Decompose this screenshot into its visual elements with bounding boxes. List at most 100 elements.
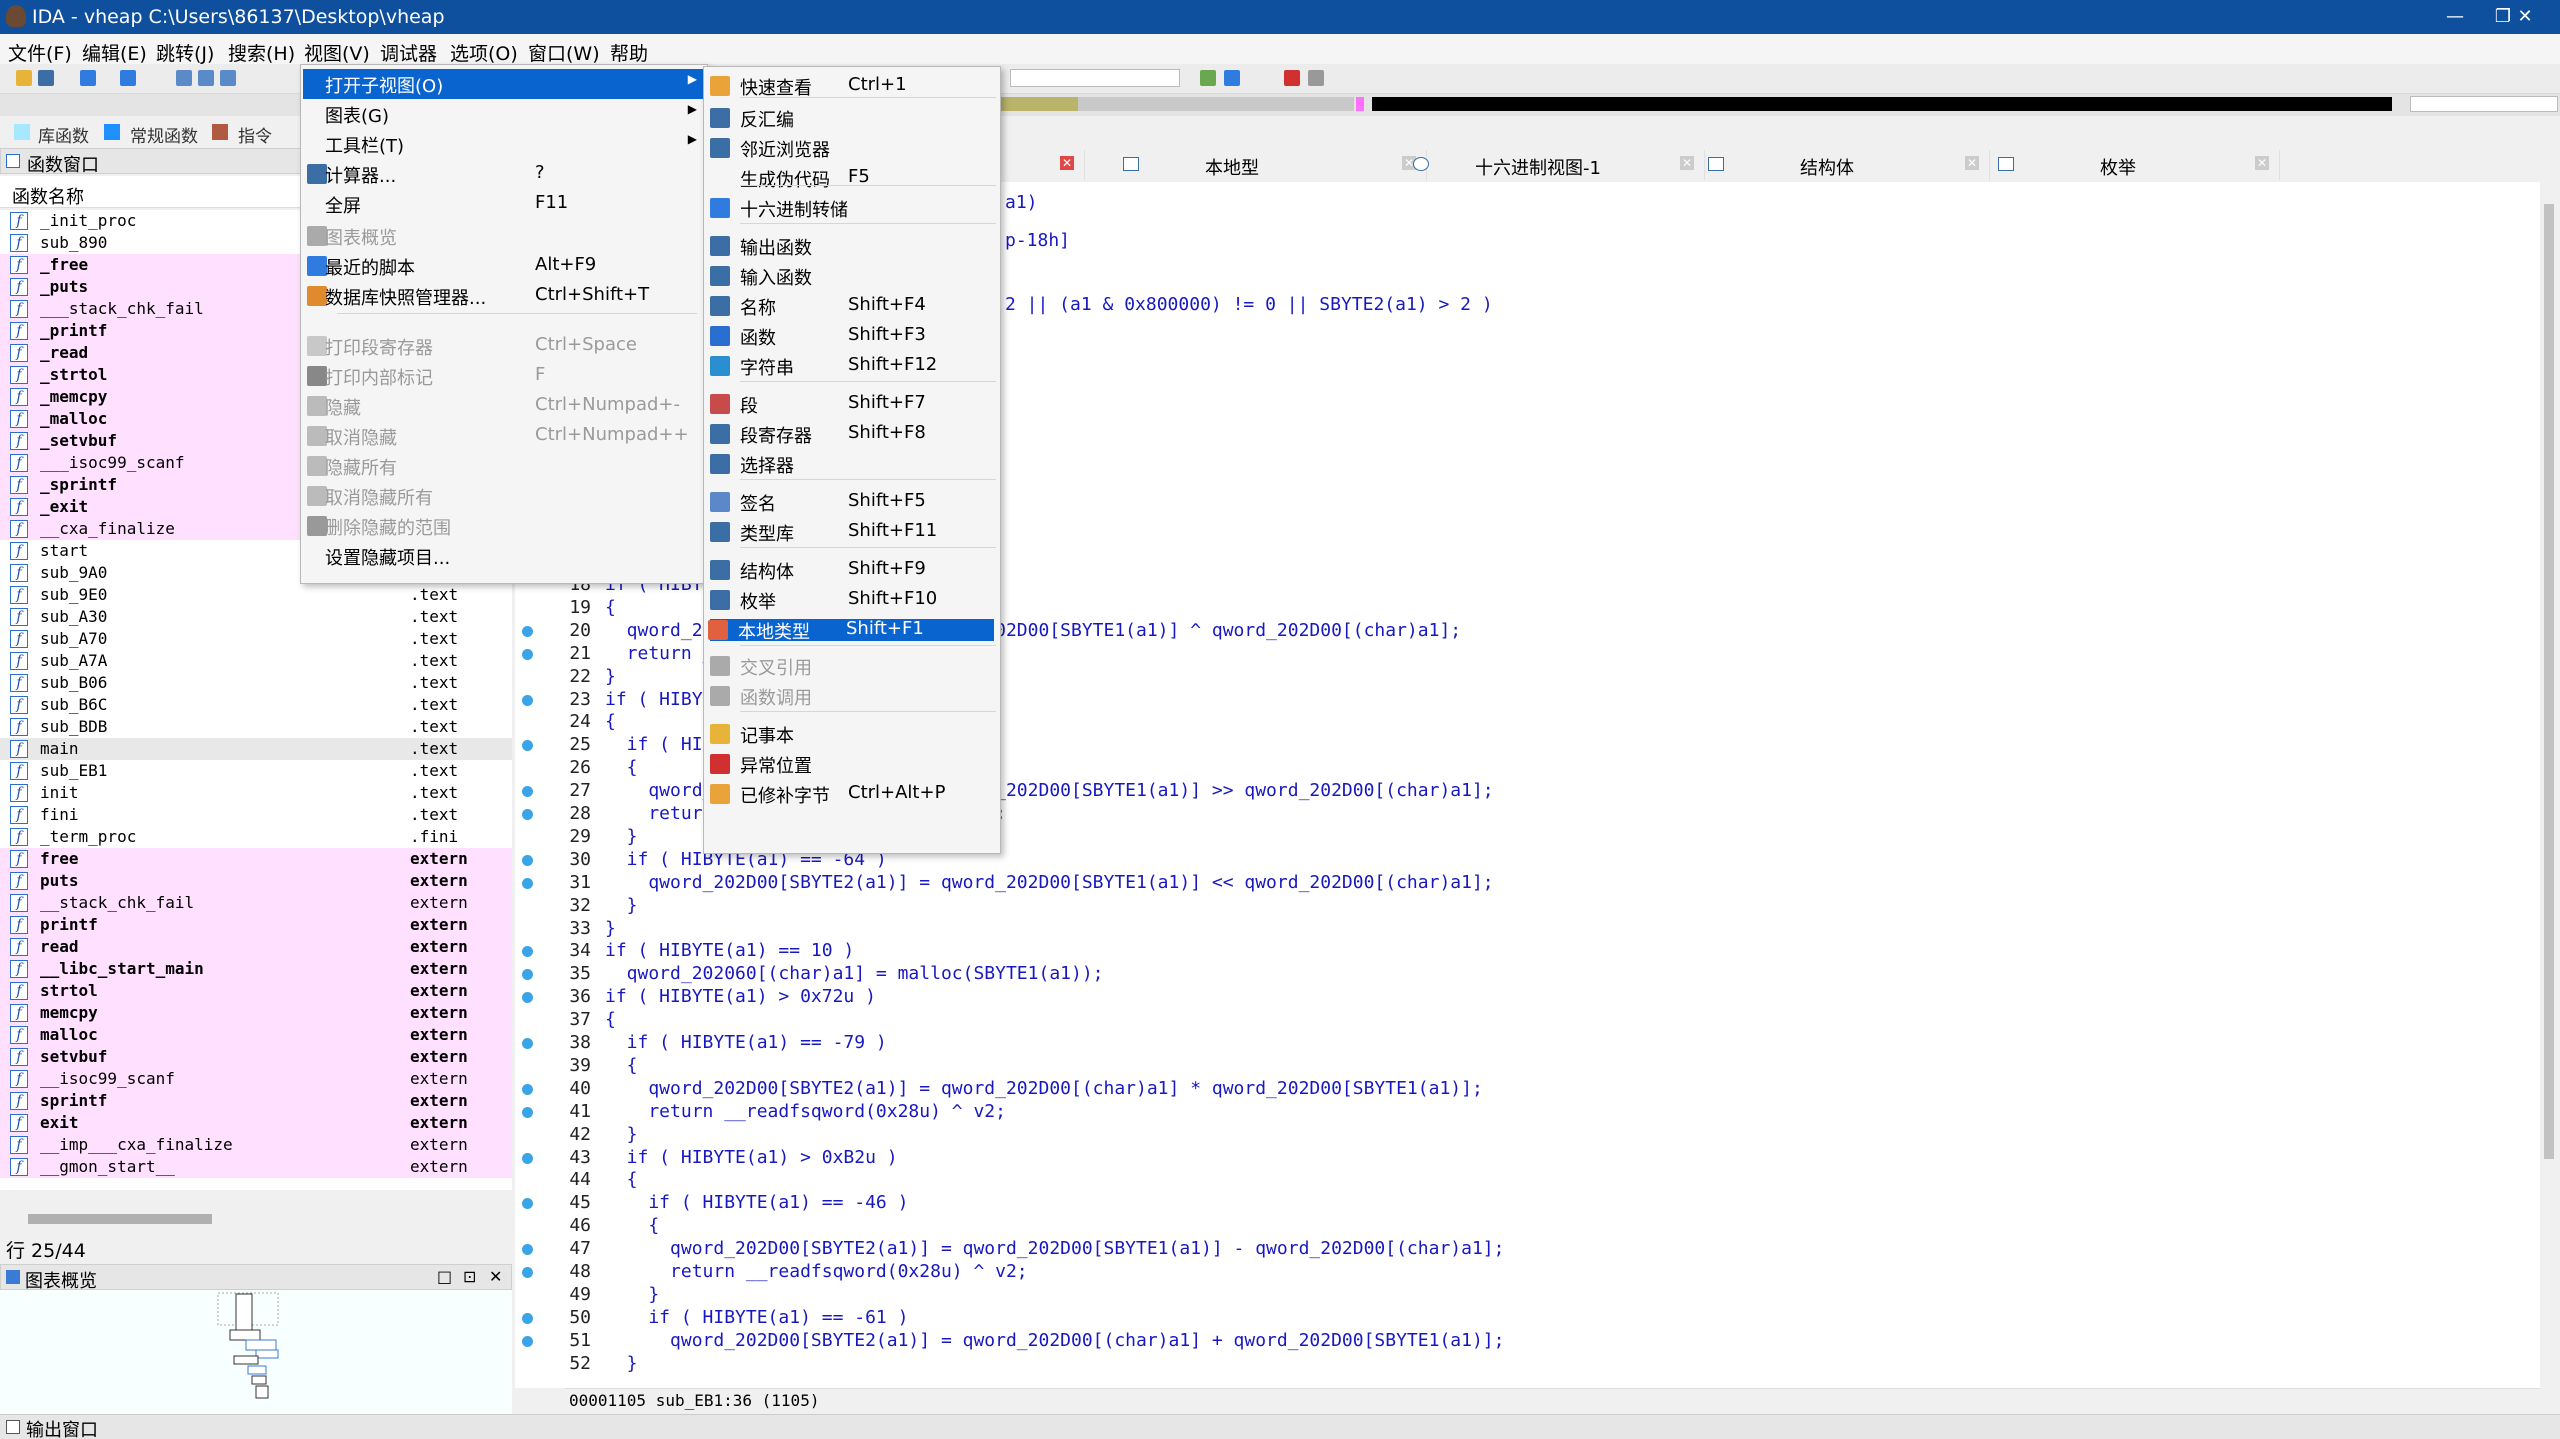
code-line[interactable]: 37 { — [515, 1009, 2540, 1032]
back-icon[interactable] — [80, 70, 96, 86]
breakpoint-dot-icon[interactable] — [522, 969, 533, 980]
code-line[interactable]: 39 { — [515, 1055, 2540, 1078]
view-menu-item[interactable]: 最近的脚本 Alt+F9 — [303, 251, 705, 281]
function-row[interactable]: f memcpy extern — [0, 1002, 512, 1024]
breakpoint-icon[interactable] — [1284, 70, 1300, 86]
code-line[interactable]: 50 if ( HIBYTE(a1) == -61 ) — [515, 1307, 2540, 1330]
function-row[interactable]: f sub_B6C .text — [0, 694, 512, 716]
subview-menu-item[interactable]: 段寄存器 Shift+F8 — [706, 419, 996, 449]
code-line[interactable]: 51 qword_202D00[SBYTE2(a1)] = qword_202D… — [515, 1330, 2540, 1353]
menu-item[interactable]: 调试器 — [380, 39, 437, 66]
function-row[interactable]: f strtol extern — [0, 980, 512, 1002]
graph-overview-pane[interactable] — [0, 1290, 512, 1420]
subview-menu-item[interactable]: 结构体 Shift+F9 — [706, 555, 996, 585]
function-row[interactable]: f __libc_start_main extern — [0, 958, 512, 980]
function-row[interactable]: f setvbuf extern — [0, 1046, 512, 1068]
debug-icon[interactable] — [1200, 70, 1216, 86]
breakpoint-dot-icon[interactable] — [522, 1084, 533, 1095]
tab-close-icon[interactable]: ✕ — [1060, 156, 1074, 170]
subview-menu-item[interactable]: 函数 Shift+F3 — [706, 321, 996, 351]
subview-menu-item[interactable]: 字符串 Shift+F12 — [706, 351, 996, 381]
breakpoint-dot-icon[interactable] — [522, 1244, 533, 1255]
view-menu-item[interactable]: 图表(G) ▶ — [303, 99, 705, 129]
function-row[interactable]: f sub_9E0 .text — [0, 584, 512, 606]
subview-menu-item[interactable]: 选择器 — [706, 449, 996, 479]
subview-menu-item[interactable]: 段 Shift+F7 — [706, 389, 996, 419]
subview-menu-item[interactable]: 枚举 Shift+F10 — [706, 585, 996, 615]
function-row[interactable]: f malloc extern — [0, 1024, 512, 1046]
toolbar-icon[interactable] — [1308, 70, 1324, 86]
close-pane-button[interactable]: ✕ — [489, 1267, 502, 1286]
functions-horizontal-scrollbar[interactable] — [0, 1210, 512, 1230]
subview-menu-item[interactable]: 类型库 Shift+F11 — [706, 517, 996, 547]
menu-item[interactable]: 选项(O) — [450, 39, 518, 66]
output-window-titlebar[interactable]: 输出窗口 — [0, 1414, 2560, 1439]
subview-menu-item[interactable]: 十六进制转储 — [706, 193, 996, 223]
breakpoint-dot-icon[interactable] — [522, 695, 533, 706]
tab-close-icon[interactable]: ✕ — [1680, 156, 1694, 170]
breakpoint-dot-icon[interactable] — [522, 992, 533, 1003]
breakpoint-dot-icon[interactable] — [522, 626, 533, 637]
code-line[interactable]: 41 return __readfsqword(0x28u) ^ v2; — [515, 1101, 2540, 1124]
breakpoint-dot-icon[interactable] — [522, 1198, 533, 1209]
menu-item[interactable]: 编辑(E) — [82, 39, 147, 66]
subview-menu-item[interactable]: 反汇编 — [706, 103, 996, 133]
function-row[interactable]: f sub_EB1 .text — [0, 760, 512, 782]
breakpoint-dot-icon[interactable] — [522, 1107, 533, 1118]
menu-item[interactable]: 视图(V) — [304, 39, 370, 66]
breakpoint-dot-icon[interactable] — [522, 1267, 533, 1278]
view-menu-item[interactable]: 数据库快照管理器... Ctrl+Shift+T — [303, 281, 705, 311]
function-row[interactable]: f __isoc99_scanf extern — [0, 1068, 512, 1090]
breakpoint-dot-icon[interactable] — [522, 740, 533, 751]
code-line[interactable]: 38 if ( HIBYTE(a1) == -79 ) — [515, 1032, 2540, 1055]
breakpoint-dot-icon[interactable] — [522, 946, 533, 957]
subview-menu-item[interactable]: 生成伪代码 F5 — [706, 163, 996, 193]
code-line[interactable]: 33} — [515, 918, 2540, 941]
breakpoint-dot-icon[interactable] — [522, 1313, 533, 1324]
breakpoint-dot-icon[interactable] — [522, 855, 533, 866]
graph-overview-titlebar[interactable]: 图表概览 □ ⊡ ✕ — [0, 1264, 512, 1292]
attach-icon[interactable] — [1224, 70, 1240, 86]
dock-button[interactable]: ⊡ — [463, 1267, 476, 1286]
function-row[interactable]: f sub_BDB .text — [0, 716, 512, 738]
code-line[interactable]: 44 { — [515, 1169, 2540, 1192]
view-menu-item[interactable]: 全屏 F11 — [303, 189, 705, 219]
view-menu-item[interactable]: 计算器...? — [303, 159, 705, 189]
function-row[interactable]: f free extern — [0, 848, 512, 870]
function-row[interactable]: f printf extern — [0, 914, 512, 936]
code-line[interactable]: 52 } — [515, 1353, 2540, 1376]
code-line[interactable]: 46 { — [515, 1215, 2540, 1238]
subview-menu-item[interactable]: 邻近浏览器 — [706, 133, 996, 163]
function-row[interactable]: f init .text — [0, 782, 512, 804]
tab-structures[interactable]: 结构体 ✕ — [1700, 150, 1990, 180]
view-menu-item[interactable]: 工具栏(T) ▶ — [303, 129, 705, 159]
menu-item[interactable]: 搜索(H) — [228, 39, 295, 66]
toolbar-combo[interactable] — [1010, 69, 1180, 87]
menu-item[interactable]: 文件(F) — [8, 39, 72, 66]
code-line[interactable]: 49 } — [515, 1284, 2540, 1307]
view-menu-item[interactable]: 打开子视图(O) ▶ — [303, 69, 705, 99]
code-line[interactable]: 45 if ( HIBYTE(a1) == -46 ) — [515, 1192, 2540, 1215]
function-row[interactable]: f _term_proc .fini — [0, 826, 512, 848]
breakpoint-dot-icon[interactable] — [522, 878, 533, 889]
code-vertical-scrollbar[interactable] — [2540, 182, 2560, 1388]
forward-icon[interactable] — [120, 70, 136, 86]
breakpoint-dot-icon[interactable] — [522, 786, 533, 797]
code-line[interactable]: 32 } — [515, 895, 2540, 918]
function-row[interactable]: f sub_A70 .text — [0, 628, 512, 650]
tab-enums[interactable]: 枚举 ✕ — [1990, 150, 2280, 180]
breakpoint-dot-icon[interactable] — [522, 649, 533, 660]
breakpoint-dot-icon[interactable] — [522, 1153, 533, 1164]
code-line[interactable]: 40 qword_202D00[SBYTE2(a1)] = qword_202D… — [515, 1078, 2540, 1101]
close-button[interactable]: ✕ — [2490, 0, 2560, 34]
function-row[interactable]: f exit extern — [0, 1112, 512, 1134]
tab-close-icon[interactable]: ✕ — [1965, 156, 1979, 170]
float-button[interactable]: □ — [437, 1267, 452, 1286]
toolbar-icon[interactable] — [176, 70, 192, 86]
view-menu-item[interactable]: 设置隐藏项目... — [303, 541, 705, 571]
toolbar-icon[interactable] — [220, 70, 236, 86]
open-icon[interactable] — [16, 70, 32, 86]
breakpoint-dot-icon[interactable] — [522, 809, 533, 820]
menu-item[interactable]: 帮助 — [610, 39, 648, 66]
function-row[interactable]: f sub_B06 .text — [0, 672, 512, 694]
